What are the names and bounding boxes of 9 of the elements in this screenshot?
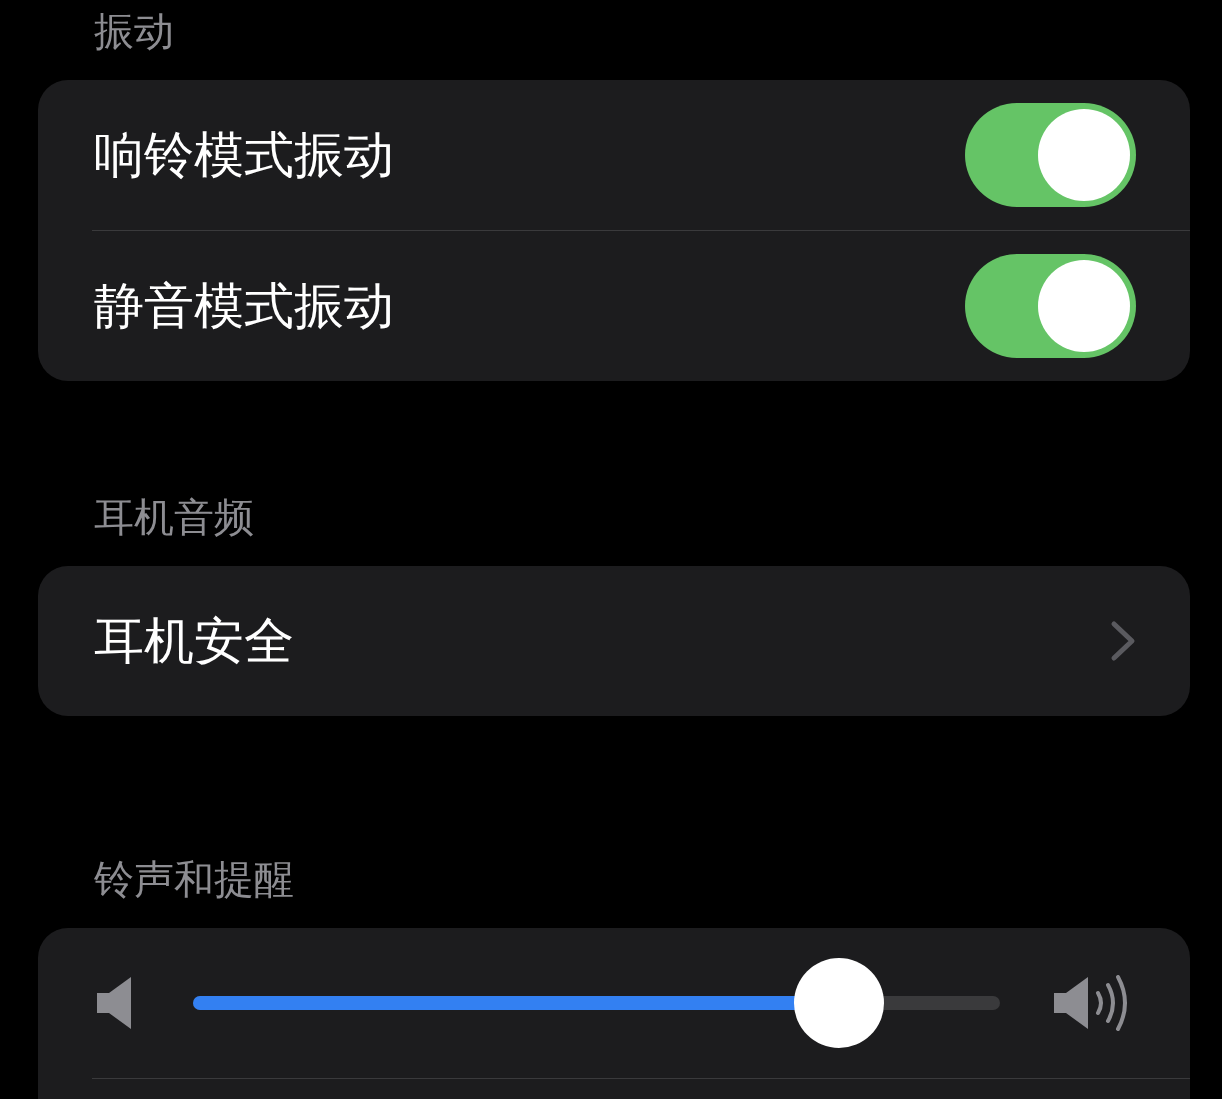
speaker-icon — [97, 977, 133, 1029]
section-header: 耳机音频 — [94, 493, 254, 542]
toggle-label: 响铃模式振动 — [94, 124, 394, 186]
volume-slider[interactable] — [193, 958, 1000, 1048]
section-header: 振动 — [94, 7, 174, 56]
settings-row[interactable]: 耳机安全 — [38, 566, 1190, 716]
chevron-icon — [1110, 620, 1136, 662]
section-header: 铃声和提醒 — [94, 855, 294, 904]
toggle-label: 静音模式振动 — [94, 275, 394, 337]
